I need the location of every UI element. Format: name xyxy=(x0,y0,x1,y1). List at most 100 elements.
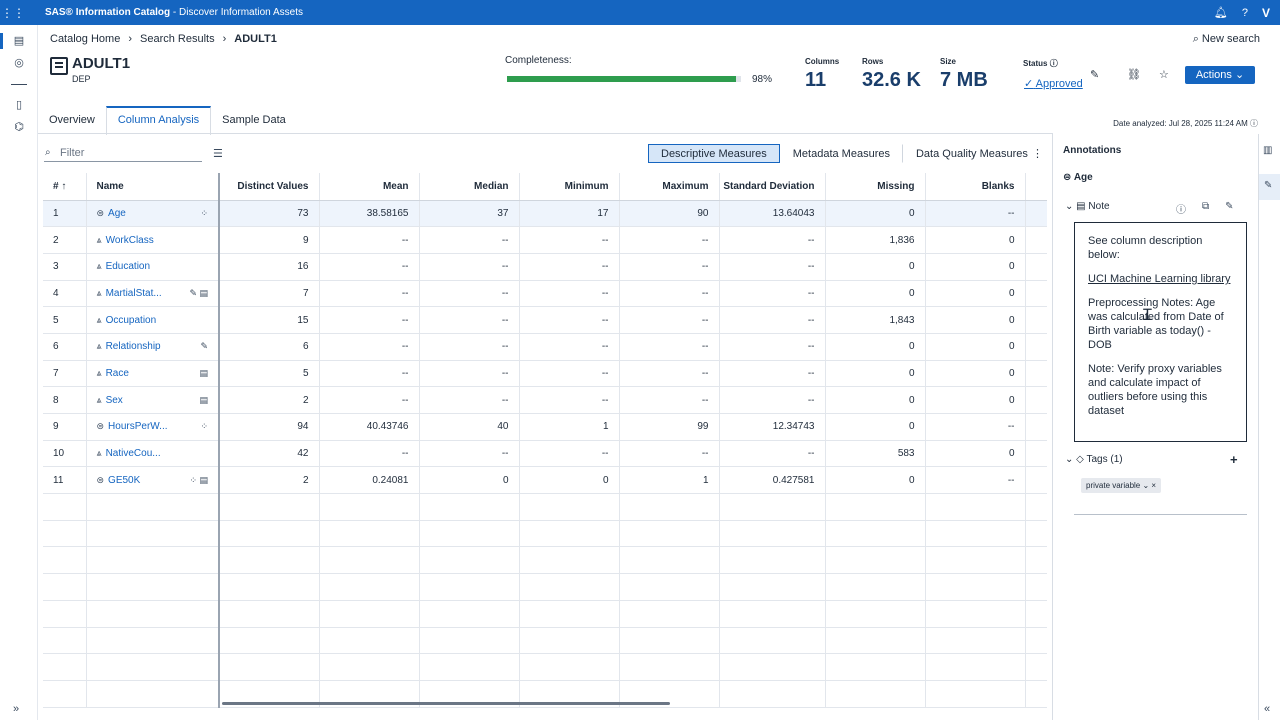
data-quality-measures-button[interactable]: Data Quality Measures xyxy=(903,144,1041,163)
cell-name[interactable]: ⊜ HoursPerW... ⁘ xyxy=(86,413,220,441)
table-row[interactable]: 2 ⩓ WorkClass 9 -- -- -- -- -- 1,836 0 xyxy=(43,226,1047,254)
column-name-link[interactable]: GE50K xyxy=(108,475,140,486)
header-maximum[interactable]: Maximum xyxy=(619,173,720,201)
cell-name[interactable]: ⩓ Sex ▤ xyxy=(86,386,220,414)
table-row[interactable]: 6 ⩓ Relationship ✎ 6 -- -- -- -- -- 0 0 xyxy=(43,333,1047,361)
table-row[interactable]: 9 ⊜ HoursPerW... ⁘ 94 40.43746 40 1 99 12.34743 0-… xyxy=(43,413,1047,441)
metadata-measures-button[interactable]: Metadata Measures xyxy=(780,144,903,163)
breadcrumb-catalog-home[interactable]: Catalog Home xyxy=(50,33,120,45)
column-name-link[interactable]: NativeCou... xyxy=(106,448,161,459)
tag-chip[interactable]: private variable ⌄ × xyxy=(1081,478,1162,493)
table-row[interactable]: 10 ⩓ NativeCou... 42 -- -- -- -- -- 583 0 xyxy=(43,440,1047,468)
edit-status-icon[interactable]: ✎ xyxy=(1090,68,1099,81)
header-standard-deviation[interactable]: Standard Deviation xyxy=(719,173,826,201)
close-icon[interactable]: × xyxy=(1151,481,1156,490)
cell-name[interactable]: ⩓ Relationship ✎ xyxy=(86,333,220,361)
link-icon[interactable]: ⛓ xyxy=(1127,68,1141,81)
edit-icon[interactable]: ✎ xyxy=(1225,201,1233,216)
column-name-link[interactable]: Sex xyxy=(106,395,123,406)
header-index[interactable]: # ↑ xyxy=(43,173,87,201)
tab-column-analysis[interactable]: Column Analysis xyxy=(105,106,212,135)
horizontal-scrollbar[interactable] xyxy=(222,702,670,705)
column-flag-icon[interactable]: ✎ xyxy=(200,341,208,352)
cell-name[interactable]: ⩓ MartialStat... ✎ ▤ xyxy=(86,280,220,308)
add-tag-button[interactable]: + xyxy=(1230,452,1238,467)
discover-icon[interactable]: ◎ xyxy=(11,55,27,71)
column-name-link[interactable]: Race xyxy=(106,368,129,379)
column-name-link[interactable]: HoursPerW... xyxy=(108,421,167,432)
catalog-icon[interactable]: ▤ xyxy=(11,33,27,49)
lineage-icon[interactable]: ⌬ xyxy=(11,119,27,135)
cell-name[interactable]: ⩓ NativeCou... xyxy=(86,440,220,468)
header-blanks[interactable]: Blanks xyxy=(925,173,1026,201)
cell-name[interactable]: ⊜ Age ⁘ xyxy=(86,200,220,228)
info-icon[interactable]: ⓘ xyxy=(1050,59,1058,68)
column-flag-icon[interactable]: ▤ xyxy=(199,395,208,406)
note-content[interactable]: See column description below: UCI Machin… xyxy=(1074,222,1247,442)
empty-cell xyxy=(519,573,620,601)
expand-nav-icon[interactable]: » xyxy=(13,703,19,715)
tags-header[interactable]: ⌄ ◇ Tags (1) xyxy=(1065,454,1123,465)
collapse-panel-icon[interactable]: « xyxy=(1264,703,1270,715)
table-row[interactable]: 5 ⩓ Occupation 15 -- -- -- -- -- 1,843 0 xyxy=(43,306,1047,334)
table-row[interactable]: 1 ⊜ Age ⁘ 73 38.58165 37 17 90 13.64043 0 -- xyxy=(43,200,1047,228)
table-row[interactable]: 11 ⊜ GE50K ⁘ ▤ 2 0.24081 0 0 1 0.427581 0 -- xyxy=(43,466,1047,495)
table-row[interactable]: 7 ⩓ Race ▤ 5 -- -- -- -- -- 0 0 xyxy=(43,360,1047,388)
header-median[interactable]: Median xyxy=(419,173,520,201)
cell-name[interactable]: ⩓ Education xyxy=(86,253,220,281)
book-icon[interactable]: ▯ xyxy=(11,97,27,113)
column-name-link[interactable]: Age xyxy=(108,208,126,219)
note-header[interactable]: ⌄ ▤ Note xyxy=(1065,201,1110,212)
header-mean[interactable]: Mean xyxy=(319,173,420,201)
breadcrumb-search-results[interactable]: Search Results xyxy=(140,33,215,45)
column-name-link[interactable]: Education xyxy=(106,261,150,272)
header-name[interactable]: Name xyxy=(86,173,220,201)
cell-name[interactable]: ⩓ WorkClass xyxy=(86,226,220,254)
cell-median: -- xyxy=(419,253,520,281)
cell-index: 5 xyxy=(43,306,87,334)
annotations-icon[interactable]: ✎ xyxy=(1259,174,1280,200)
apps-grid-icon[interactable]: ⋮⋮ xyxy=(0,6,26,20)
status-value[interactable]: ✓ Approved xyxy=(1024,77,1083,90)
column-name-link[interactable]: WorkClass xyxy=(106,235,154,246)
filter-input[interactable]: ⌕ Filter xyxy=(44,145,202,162)
note-link[interactable]: UCI Machine Learning library xyxy=(1088,272,1233,286)
column-name-link[interactable]: Relationship xyxy=(106,341,161,352)
column-flag-icon[interactable]: ▤ xyxy=(199,368,208,379)
table-row[interactable]: 8 ⩓ Sex ▤ 2 -- -- -- -- -- 0 0 xyxy=(43,386,1047,414)
tab-sample-data[interactable]: Sample Data xyxy=(211,106,297,135)
header-distinct-values[interactable]: Distinct Values xyxy=(219,173,320,201)
panel-splitter[interactable] xyxy=(1052,134,1053,720)
table-row[interactable]: 3 ⩓ Education 16 -- -- -- -- -- 0 0 xyxy=(43,253,1047,281)
actions-button[interactable]: Actions ⌄ xyxy=(1185,66,1255,84)
properties-icon[interactable]: ▥ xyxy=(1263,145,1272,156)
cell-name[interactable]: ⊜ GE50K ⁘ ▤ xyxy=(86,466,220,495)
filter-options-icon[interactable]: ☰ xyxy=(213,147,223,160)
column-name-link[interactable]: Occupation xyxy=(106,315,157,326)
header-minimum[interactable]: Minimum xyxy=(519,173,620,201)
chevron-down-icon[interactable]: ⌄ xyxy=(1142,481,1149,490)
annotation-column-name: Age xyxy=(1073,172,1093,183)
cell-name[interactable]: ⩓ Race ▤ xyxy=(86,360,220,388)
column-flag-icon[interactable]: ⁘ xyxy=(200,421,208,432)
new-search-button[interactable]: ⌕ New search xyxy=(1193,33,1260,46)
header-missing[interactable]: Missing xyxy=(825,173,926,201)
bell-icon[interactable]: 🔔︎ xyxy=(1214,6,1228,19)
column-flag-icon[interactable]: ⁘ xyxy=(200,208,208,219)
star-icon[interactable]: ☆ xyxy=(1159,68,1169,81)
cell-name[interactable]: ⩓ Occupation xyxy=(86,306,220,334)
tab-overview[interactable]: Overview xyxy=(38,106,106,135)
info-icon[interactable]: ⓘ xyxy=(1250,119,1258,128)
cell-index: 8 xyxy=(43,386,87,414)
copy-icon[interactable]: ⧉ xyxy=(1202,201,1209,216)
info-icon[interactable]: ⓘ xyxy=(1176,201,1186,216)
column-name-link[interactable]: MartialStat... xyxy=(106,288,162,299)
user-avatar[interactable]: V xyxy=(1262,6,1270,20)
column-flag-icon[interactable]: ✎ ▤ xyxy=(189,288,208,299)
table-row[interactable]: 4 ⩓ MartialStat... ✎ ▤ 7 -- -- -- -- -- 0 0 xyxy=(43,280,1047,308)
help-icon[interactable]: ? xyxy=(1242,7,1248,19)
column-flag-icon[interactable]: ⁘ ▤ xyxy=(189,475,208,486)
more-options-icon[interactable]: ⋮ xyxy=(1032,147,1043,160)
descriptive-measures-button[interactable]: Descriptive Measures xyxy=(648,144,780,163)
cell-distinct: 94 xyxy=(219,413,320,441)
